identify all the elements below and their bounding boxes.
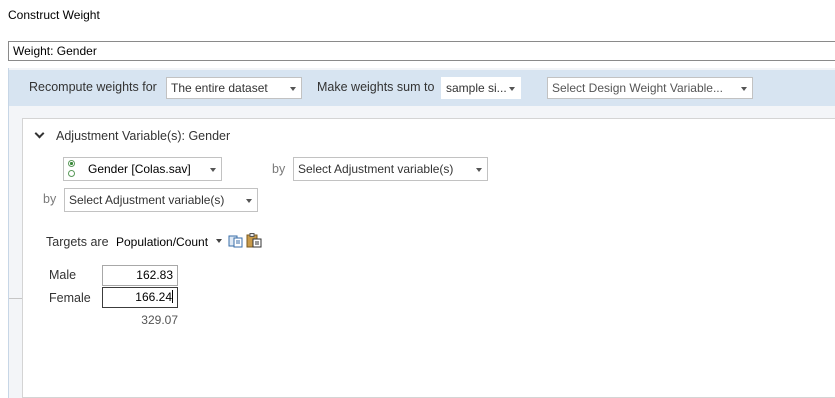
target-value-text: 166.24	[135, 290, 172, 304]
sum-label: Make weights sum to	[317, 80, 435, 94]
chevron-down-icon	[476, 168, 482, 172]
by-label: by	[272, 162, 286, 176]
adjustment-variable-value: Gender [Colas.sav]	[88, 162, 191, 176]
target-row-label: Male	[49, 268, 77, 282]
adjustment-select-2[interactable]: Select Adjustment variable(s)	[293, 157, 488, 181]
adjustment-header: Adjustment Variable(s): Gender	[56, 129, 231, 143]
design-weight-dropdown[interactable]: Select Design Weight Variable...	[547, 77, 753, 99]
targets-type-dropdown[interactable]: Population/Count	[116, 235, 208, 249]
chevron-down-icon	[741, 87, 747, 91]
by-label: by	[43, 192, 57, 206]
text-cursor	[172, 290, 173, 303]
design-weight-placeholder: Select Design Weight Variable...	[552, 81, 723, 95]
sum-dropdown[interactable]: sample si...	[441, 77, 521, 99]
copy-icon[interactable]	[228, 234, 244, 248]
recompute-dropdown[interactable]: The entire dataset	[166, 77, 302, 99]
variable-type-icon	[68, 160, 76, 178]
target-total: 329.07	[141, 313, 178, 327]
chevron-down-icon	[210, 168, 216, 172]
chevron-down-icon[interactable]	[216, 239, 222, 243]
paste-icon[interactable]	[246, 233, 262, 248]
target-value-input[interactable]: 162.83	[102, 265, 178, 286]
recompute-label: Recompute weights for	[29, 80, 157, 94]
adjustment-variable-dropdown[interactable]: Gender [Colas.sav]	[63, 157, 222, 181]
adjustment-select-3[interactable]: Select Adjustment variable(s)	[64, 188, 258, 212]
weight-name-field[interactable]: Weight: Gender	[8, 41, 835, 61]
targets-label: Targets are	[46, 235, 109, 249]
adjustment-select-placeholder: Select Adjustment variable(s)	[69, 193, 225, 207]
target-value-input[interactable]: 166.24	[102, 287, 178, 308]
window-title: Construct Weight	[8, 8, 100, 22]
target-row-label: Female	[49, 291, 91, 305]
chevron-down-icon	[509, 87, 515, 91]
recompute-value: The entire dataset	[171, 81, 268, 95]
sum-value: sample si...	[446, 81, 507, 95]
adjustment-select-placeholder: Select Adjustment variable(s)	[298, 162, 454, 176]
divider	[9, 298, 22, 299]
chevron-down-icon	[290, 87, 296, 91]
chevron-down-icon	[246, 199, 252, 203]
